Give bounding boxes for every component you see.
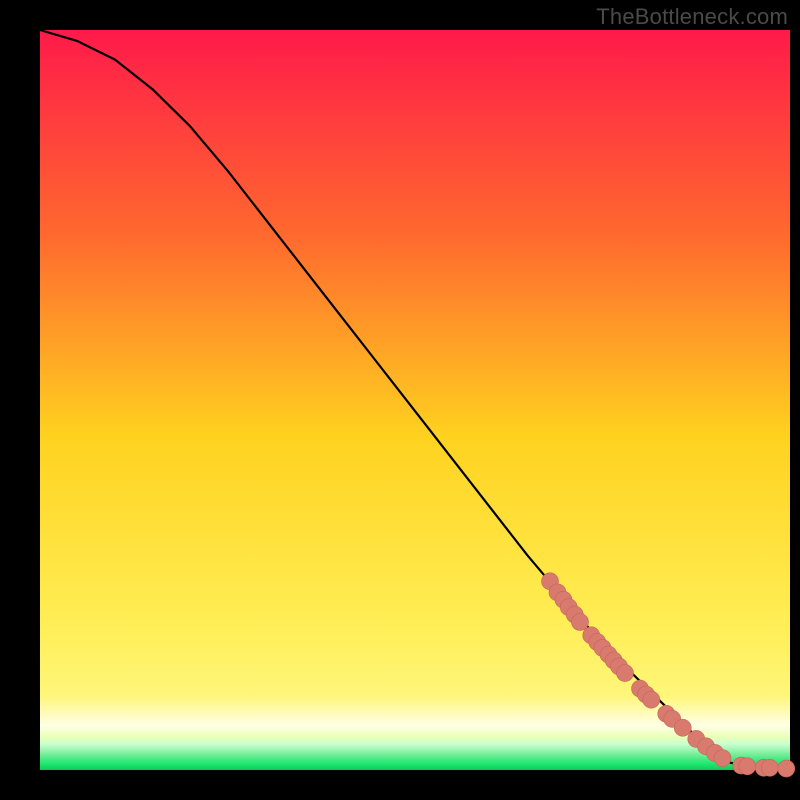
watermark-text: TheBottleneck.com [596,4,788,30]
data-point [643,691,660,708]
data-point [572,614,589,631]
chart-svg [0,0,800,800]
data-point [761,759,778,776]
data-point [617,665,634,682]
data-point [714,750,731,767]
data-point [674,719,691,736]
chart-frame: TheBottleneck.com [0,0,800,800]
data-point [739,758,756,775]
plot-area [40,30,790,770]
data-point [778,760,795,777]
